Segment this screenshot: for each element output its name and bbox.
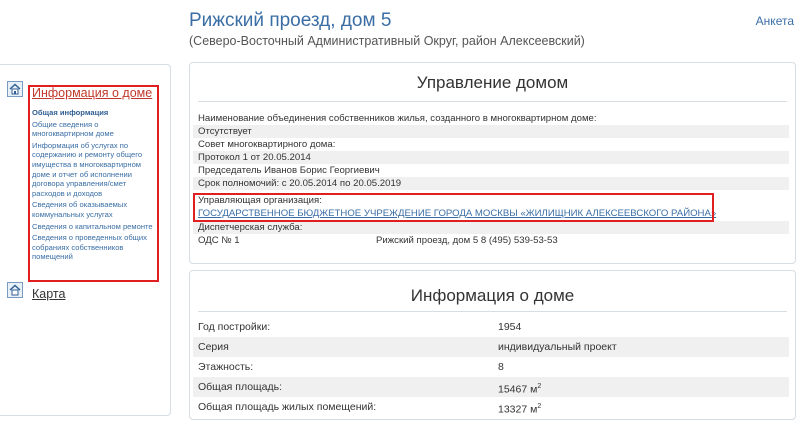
info-row-living-area: Общая площадь жилых помещений: 13327 м2 (198, 397, 778, 417)
management-title: Управление домом (416, 73, 569, 92)
house-info-title: Информация о доме (410, 286, 575, 305)
association-label: Наименование объединения собственников ж… (198, 113, 597, 124)
sidebar-item-map[interactable]: Карта (32, 287, 65, 301)
association-value: Отсутствует (198, 126, 252, 137)
info-label: Общая площадь жилых помещений: (198, 401, 377, 413)
page-subtitle: (Северо-Восточный Административный Округ… (189, 34, 585, 48)
dispatch-address: Рижский проезд, дом 5 8 (495) 539-53-53 (376, 235, 558, 246)
management-divider (198, 101, 787, 102)
term-text: Срок полномочий: с 20.05.2014 по 20.05.2… (198, 178, 402, 189)
info-row-year: Год постройки: 1954 (198, 317, 778, 337)
questionnaire-link[interactable]: Анкета (756, 14, 794, 28)
chairman-text: Председатель Иванов Борис Георгиевич (198, 165, 380, 176)
info-row-total-area: Общая площадь: 15467 м2 (198, 377, 778, 397)
house-icon (7, 81, 23, 97)
protocol-text: Протокол 1 от 20.05.2014 (198, 152, 311, 163)
sidebar-highlight-frame (28, 85, 159, 282)
page-title: Рижский проезд, дом 5 (189, 10, 392, 31)
info-value: 13327 м2 (498, 403, 542, 416)
info-label: Этажность: (198, 361, 254, 373)
info-row-floors: Этажность: 8 (198, 357, 778, 377)
info-row-series: Серия индивидуальный проект (198, 337, 778, 357)
map-house-icon (7, 282, 23, 298)
org-highlight-frame (193, 193, 714, 222)
info-value: 8 (498, 361, 504, 373)
dispatch-label: Диспетчерская служба: (198, 222, 303, 233)
info-label: Общая площадь: (198, 381, 283, 393)
house-info-divider (198, 311, 787, 312)
row-band (193, 125, 789, 138)
info-value: индивидуальный проект (498, 341, 617, 353)
council-label: Совет многоквартирного дома: (198, 139, 336, 150)
info-label: Год постройки: (198, 321, 271, 333)
info-label: Серия (198, 341, 229, 353)
dispatch-name: ОДС № 1 (198, 235, 240, 246)
info-value: 1954 (498, 321, 522, 333)
